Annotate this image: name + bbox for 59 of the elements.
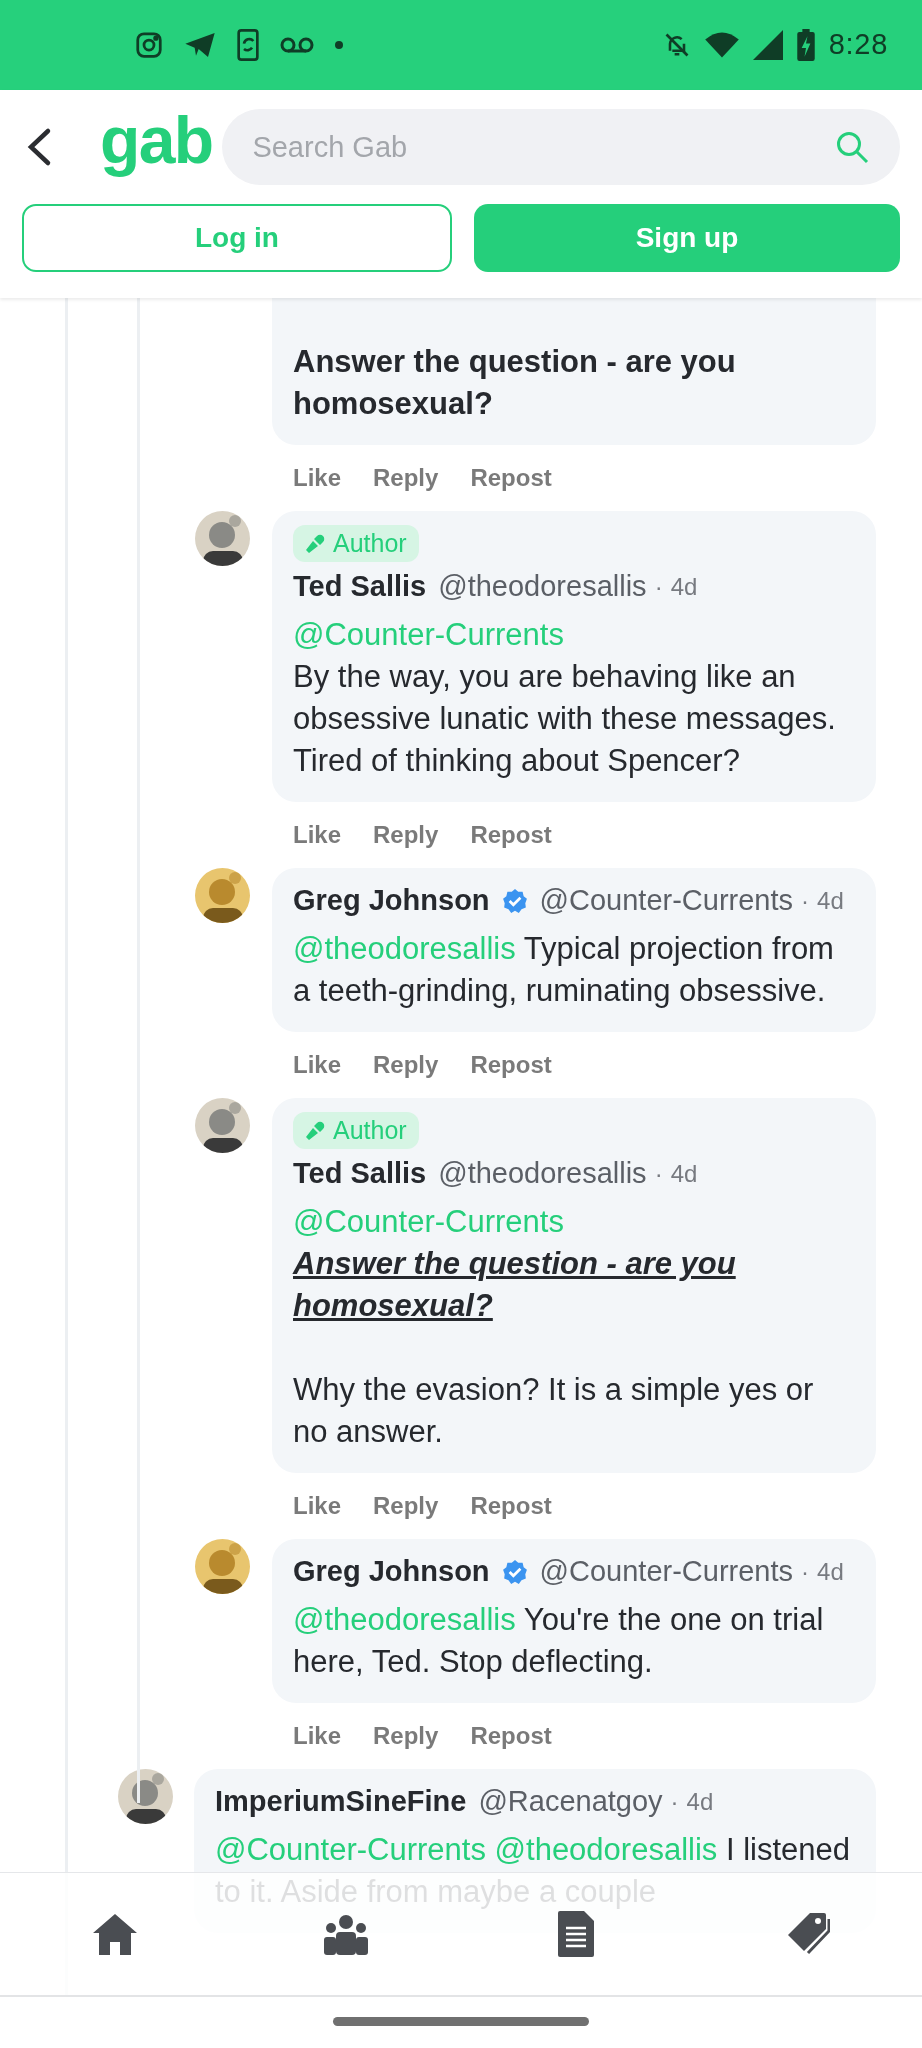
author-name[interactable]: Ted Sallis <box>293 1152 427 1196</box>
dot-separator: · <box>654 572 663 602</box>
comment-text: @theodoresallis You're the one on trial here, Ted. Stop deflecting. <box>293 1601 825 1681</box>
dot-separator: · <box>654 1159 663 1189</box>
action-link[interactable]: Like <box>293 1488 342 1524</box>
instagram-icon <box>134 30 164 60</box>
action-link[interactable]: Reply <box>373 1047 439 1083</box>
post-time[interactable]: 4d <box>817 1554 844 1590</box>
author-handle[interactable]: @theodoresallis <box>438 1152 647 1196</box>
voicemail-icon <box>280 36 314 54</box>
action-link[interactable]: Repost <box>470 460 552 496</box>
dot-separator: · <box>801 886 810 916</box>
author-handle[interactable]: @Counter-Currents <box>539 879 794 923</box>
dot-separator: · <box>801 1557 810 1587</box>
paper-plane-icon <box>184 31 216 59</box>
comment-text: Why the evasion? It is a simple yes or no answer. <box>293 1371 815 1451</box>
author-name[interactable]: Greg Johnson <box>293 879 490 923</box>
comment-text: Answer the question - are you homosexual? <box>293 343 737 423</box>
action-link[interactable]: Repost <box>470 1488 552 1524</box>
author-handle[interactable]: @theodoresallis <box>438 565 647 609</box>
post-time[interactable]: 4d <box>817 883 844 919</box>
author-badge: Author <box>293 1112 419 1149</box>
dot-icon <box>334 40 344 50</box>
author-name[interactable]: Greg Johnson <box>293 1550 490 1594</box>
action-link[interactable]: Like <box>293 1047 342 1083</box>
document-icon[interactable] <box>558 1911 595 1957</box>
comment-text: @theodoresallis Typical projection from a teeth-grinding, ruminating obsessive. <box>293 930 835 1010</box>
action-link[interactable]: Reply <box>373 1718 439 1754</box>
action-link[interactable]: Like <box>293 817 342 853</box>
wifi-icon <box>704 31 739 59</box>
action-link[interactable]: Repost <box>470 1047 552 1083</box>
signal-icon <box>752 30 783 60</box>
microphone-icon <box>305 1120 325 1141</box>
phone-sync-icon <box>236 29 260 61</box>
dot-separator: · <box>670 1787 679 1817</box>
post-time[interactable]: 4d <box>686 1784 714 1820</box>
microphone-icon <box>305 533 325 554</box>
author-handle[interactable]: @Racenatgoy <box>478 1780 663 1824</box>
action-link[interactable]: Repost <box>470 1718 552 1754</box>
post-time[interactable]: 4d <box>670 1156 698 1192</box>
author-name[interactable]: ImperiumSineFine <box>215 1780 467 1824</box>
home-icon[interactable] <box>92 1913 139 1955</box>
post-time[interactable]: 4d <box>670 569 698 605</box>
back-icon[interactable] <box>26 127 52 167</box>
comment-text: Answer the question - are you homosexual? <box>293 1245 737 1325</box>
author-handle[interactable]: @Counter-Currents <box>539 1550 794 1594</box>
author-name[interactable]: Ted Sallis <box>293 565 427 609</box>
action-link[interactable]: Like <box>293 1718 342 1754</box>
action-link[interactable]: Reply <box>373 460 439 496</box>
action-link[interactable]: Reply <box>373 1488 439 1524</box>
search-field[interactable]: Search Gab <box>222 109 900 185</box>
action-link[interactable]: Reply <box>373 817 439 853</box>
author-badge: Author <box>293 525 419 562</box>
action-link[interactable]: Like <box>293 460 342 496</box>
battery-icon <box>796 29 815 61</box>
clock-time: 8:28 <box>828 27 888 63</box>
people-icon[interactable] <box>322 1913 369 1955</box>
comment-text: By the way, you are behaving like an obsessive lunatic with these messages. Tired of thinking about Spencer? <box>293 658 837 780</box>
action-link[interactable]: Repost <box>470 817 552 853</box>
